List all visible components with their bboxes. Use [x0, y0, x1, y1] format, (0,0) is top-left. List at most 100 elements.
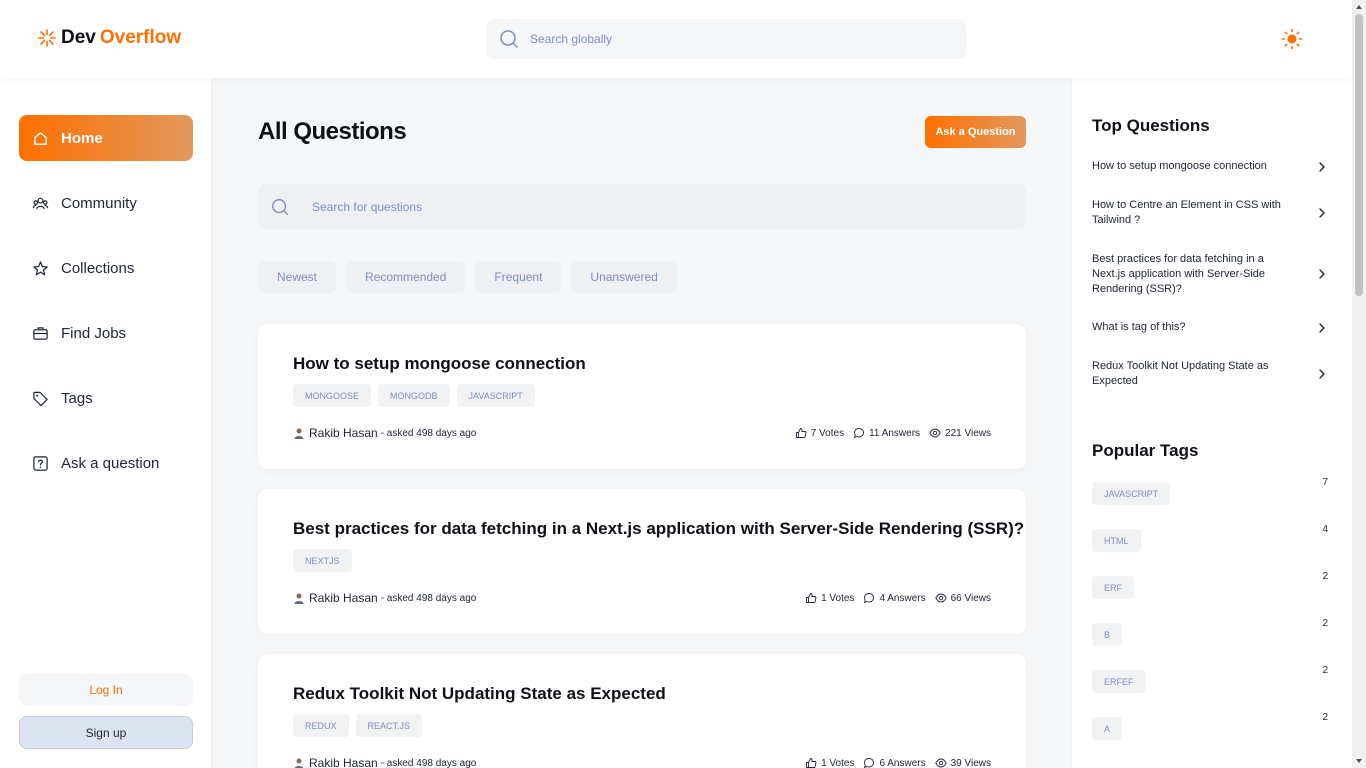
question-tag[interactable]: MONGODB: [378, 384, 450, 407]
sidebar-item-find-jobs[interactable]: Find Jobs: [19, 310, 193, 356]
users-icon: [32, 197, 49, 209]
search-icon: [500, 30, 518, 48]
message-icon: [853, 428, 865, 439]
popular-tag[interactable]: ERFEF: [1092, 670, 1146, 693]
author-name[interactable]: Rakib Hasan: [309, 591, 378, 605]
sidebar-item-tags[interactable]: Tags: [19, 375, 193, 421]
sidebar-item-community[interactable]: Community: [19, 180, 193, 226]
scrollbar-thumb[interactable]: [1355, 14, 1363, 296]
message-icon: [864, 593, 875, 604]
thumbs-up-icon: [806, 758, 817, 768]
popular-tag[interactable]: JAVASCRIPT: [1092, 482, 1171, 505]
question-tag[interactable]: JAVASCRIPT: [456, 384, 535, 407]
sidebar-item-label: Community: [61, 194, 137, 212]
question-tag[interactable]: MONGOOSE: [293, 384, 372, 407]
filter-recommended[interactable]: Recommended: [346, 261, 466, 293]
filter-tabs: Newest Recommended Frequent Unanswered: [258, 261, 677, 293]
question-search-input[interactable]: [312, 199, 912, 214]
global-search-bar[interactable]: [486, 19, 966, 59]
top-question-item[interactable]: How to Centre an Element in CSS with Tai…: [1092, 198, 1332, 228]
question-tag[interactable]: NEXTJS: [293, 549, 352, 572]
popular-tag[interactable]: HTML: [1092, 529, 1141, 552]
top-question-text: Redux Toolkit Not Updating State as Expe…: [1092, 360, 1269, 387]
views-stat: 221 Views: [929, 427, 991, 439]
tag-count: 2: [1322, 618, 1328, 629]
sidebar-item-label: Find Jobs: [61, 324, 127, 342]
filter-unanswered[interactable]: Unanswered: [571, 261, 677, 293]
views-stat: 39 Views: [934, 757, 991, 768]
sidebar-item-collections[interactable]: Collections: [19, 245, 193, 291]
sun-icon[interactable]: [1281, 28, 1303, 50]
top-question-item[interactable]: What is tag of this?: [1092, 320, 1332, 335]
logo[interactable]: Dev Overflow: [37, 27, 181, 49]
question-tag[interactable]: REDUX: [293, 714, 349, 737]
left-sidebar: Home Community Collections Find Jobs Tag…: [0, 78, 212, 768]
author-name[interactable]: Rakib Hasan: [309, 426, 378, 440]
asked-time: - asked 498 days ago: [380, 427, 477, 439]
message-icon: [864, 758, 875, 768]
thumbs-up-icon: [806, 593, 817, 603]
question-title[interactable]: How to setup mongoose connection: [293, 354, 586, 374]
avatar-icon: [294, 593, 304, 604]
answers-stat: 4 Answers: [863, 592, 926, 604]
avatar-icon: [294, 758, 304, 768]
votes-stat: 1 Votes: [805, 592, 854, 604]
question-title[interactable]: Best practices for data fetching in a Ne…: [293, 519, 1024, 539]
answers-stat: 6 Answers: [863, 757, 926, 768]
top-question-text: How to Centre an Element in CSS with Tai…: [1092, 199, 1281, 226]
author-name[interactable]: Rakib Hasan: [309, 756, 378, 768]
sidebar-item-home[interactable]: Home: [19, 115, 193, 161]
tag-icon: [33, 391, 48, 406]
views-count: 221 Views: [945, 427, 991, 439]
question-title[interactable]: Redux Toolkit Not Updating State as Expe…: [293, 684, 666, 704]
answers-stat: 11 Answers: [853, 427, 920, 439]
scroll-down-arrow-icon[interactable]: [1352, 754, 1366, 768]
sidebar-item-label: Ask a question: [61, 454, 160, 472]
question-author: Rakib Hasan - asked 498 days ago: [293, 591, 476, 605]
question-tags: MONGOOSE MONGODB JAVASCRIPT: [293, 384, 535, 407]
eye-icon: [934, 593, 947, 603]
top-question-item[interactable]: How to setup mongoose connection: [1092, 159, 1332, 174]
question-tags: REDUX REACT.JS: [293, 714, 423, 737]
top-question-item[interactable]: Redux Toolkit Not Updating State as Expe…: [1092, 359, 1332, 389]
question-card: Best practices for data fetching in a Ne…: [258, 489, 1026, 634]
signup-button[interactable]: Sign up: [19, 716, 193, 749]
popular-tag-item[interactable]: ERF 2: [1092, 571, 1332, 600]
question-author: Rakib Hasan - asked 498 days ago: [293, 426, 476, 440]
chevron-right-icon: [1319, 162, 1325, 172]
views-stat: 66 Views: [934, 592, 991, 604]
sidebar-item-ask-question[interactable]: Ask a question: [19, 440, 193, 486]
popular-tag-item[interactable]: JAVASCRIPT 7: [1092, 477, 1332, 506]
popular-tag-item[interactable]: B 2: [1092, 618, 1332, 647]
asked-time: - asked 498 days ago: [380, 757, 477, 768]
scroll-up-arrow-icon[interactable]: [1352, 0, 1366, 14]
avatar-icon: [294, 428, 304, 439]
main-content: All Questions Ask a Question Newest Reco…: [212, 78, 1071, 768]
page-scrollbar[interactable]: [1352, 0, 1366, 768]
popular-tag[interactable]: A: [1092, 717, 1123, 740]
popular-tag-item[interactable]: ERFEF 2: [1092, 665, 1332, 694]
question-search-bar[interactable]: [258, 184, 1026, 229]
global-search-input[interactable]: [530, 32, 930, 46]
tag-count: 2: [1322, 571, 1328, 582]
right-sidebar: Top Questions How to setup mongoose conn…: [1071, 78, 1352, 768]
question-tags: NEXTJS: [293, 549, 352, 572]
tag-count: 4: [1322, 524, 1328, 535]
question-stats: 1 Votes 4 Answers 66 Views: [805, 592, 991, 604]
filter-newest[interactable]: Newest: [258, 261, 337, 293]
popular-tag-item[interactable]: HTML 4: [1092, 524, 1332, 553]
search-icon: [272, 198, 288, 215]
top-questions-title: Top Questions: [1092, 116, 1210, 135]
popular-tag[interactable]: ERF: [1092, 576, 1134, 599]
top-question-item[interactable]: Best practices for data fetching in a Ne…: [1092, 252, 1332, 297]
popular-tag-item[interactable]: A 2: [1092, 712, 1332, 741]
chevron-right-icon: [1319, 323, 1325, 333]
popular-tag[interactable]: B: [1092, 623, 1123, 646]
votes-stat: 1 Votes: [805, 757, 854, 768]
question-tag[interactable]: REACT.JS: [355, 714, 423, 737]
login-button[interactable]: Log In: [19, 674, 193, 706]
home-icon: [34, 131, 47, 145]
filter-frequent[interactable]: Frequent: [475, 261, 562, 293]
ask-question-button[interactable]: Ask a Question: [925, 116, 1026, 148]
eye-icon: [934, 758, 947, 768]
